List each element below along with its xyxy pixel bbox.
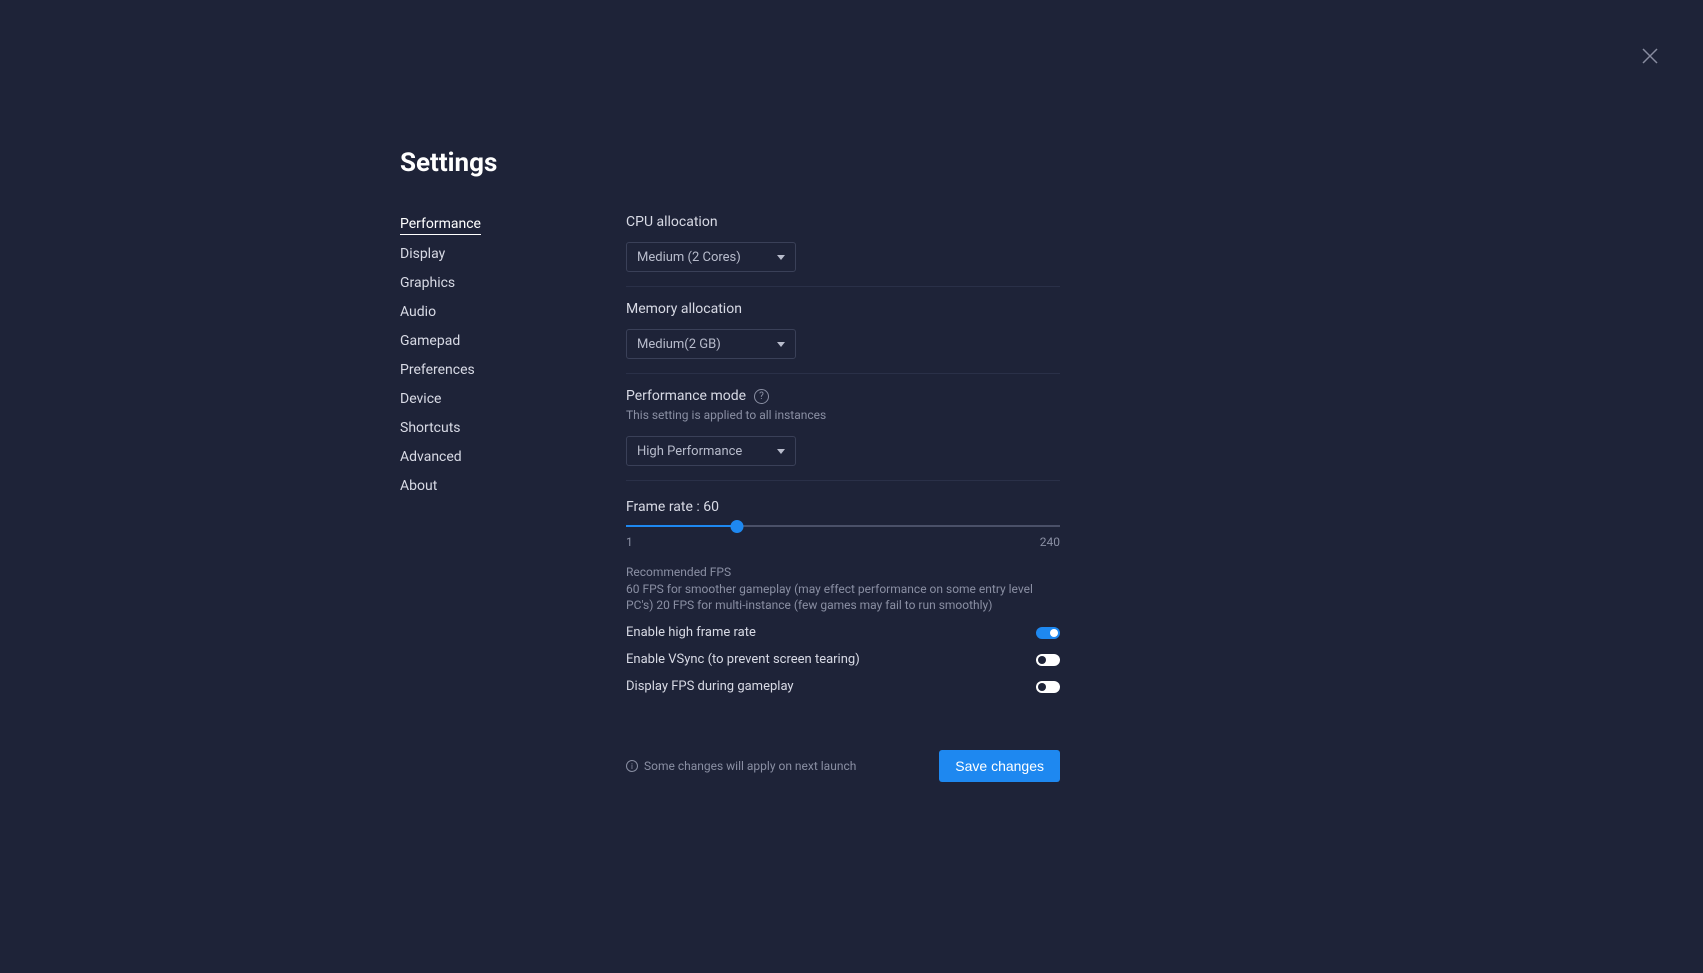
recommended-fps-text: 60 FPS for smoother gameplay (may effect… (626, 581, 1060, 613)
info-icon: i (626, 760, 638, 772)
caret-down-icon (777, 255, 785, 260)
high-frame-rate-toggle[interactable] (1036, 627, 1060, 639)
vsync-label: Enable VSync (to prevent screen tearing) (626, 652, 860, 667)
display-fps-label: Display FPS during gameplay (626, 679, 794, 694)
sidebar-item-device[interactable]: Device (400, 391, 441, 409)
cpu-allocation-select[interactable]: Medium (2 Cores) (626, 242, 796, 272)
caret-down-icon (777, 449, 785, 454)
slider-thumb[interactable] (730, 520, 743, 533)
sidebar-item-performance[interactable]: Performance (400, 216, 481, 235)
content: CPU allocation Medium (2 Cores) Memory a… (626, 214, 1060, 782)
frame-rate-max: 240 (1040, 535, 1060, 549)
close-icon[interactable] (1641, 47, 1659, 65)
sidebar-item-audio[interactable]: Audio (400, 304, 436, 322)
sidebar-item-shortcuts[interactable]: Shortcuts (400, 420, 461, 438)
sidebar-item-graphics[interactable]: Graphics (400, 275, 455, 293)
sidebar-item-about[interactable]: About (400, 478, 437, 496)
page-title: Settings (400, 148, 1060, 178)
performance-mode-value: High Performance (637, 444, 742, 459)
frame-rate-label: Frame rate : 60 (626, 499, 1060, 515)
caret-down-icon (777, 342, 785, 347)
high-frame-rate-label: Enable high frame rate (626, 625, 756, 640)
recommended-fps-label: Recommended FPS (626, 565, 1060, 579)
help-icon[interactable]: ? (754, 389, 769, 404)
frame-rate-min: 1 (626, 535, 633, 549)
save-changes-button[interactable]: Save changes (939, 750, 1060, 782)
frame-rate-slider[interactable] (626, 525, 1060, 527)
sidebar-item-advanced[interactable]: Advanced (400, 449, 462, 467)
vsync-toggle[interactable] (1036, 654, 1060, 666)
performance-mode-label: Performance mode ? (626, 388, 1060, 404)
display-fps-toggle[interactable] (1036, 681, 1060, 693)
sidebar: Performance Display Graphics Audio Gamep… (400, 214, 510, 782)
memory-allocation-label: Memory allocation (626, 301, 1060, 317)
performance-mode-sublabel: This setting is applied to all instances (626, 408, 1060, 422)
cpu-allocation-label: CPU allocation (626, 214, 1060, 230)
sidebar-item-display[interactable]: Display (400, 246, 445, 264)
sidebar-item-preferences[interactable]: Preferences (400, 362, 475, 380)
memory-allocation-value: Medium(2 GB) (637, 337, 721, 352)
memory-allocation-select[interactable]: Medium(2 GB) (626, 329, 796, 359)
cpu-allocation-value: Medium (2 Cores) (637, 250, 741, 265)
footer-note: i Some changes will apply on next launch (626, 759, 856, 773)
performance-mode-select[interactable]: High Performance (626, 436, 796, 466)
sidebar-item-gamepad[interactable]: Gamepad (400, 333, 460, 351)
